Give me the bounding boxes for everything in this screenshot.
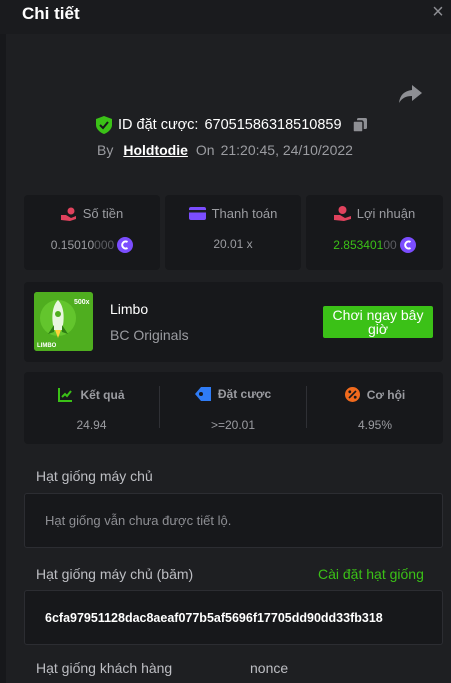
- game-thumbnail[interactable]: 500x LIMBO: [34, 292, 93, 351]
- dialog-header: Chi tiết ×: [0, 0, 451, 34]
- server-seed-placeholder: Hạt giống vẫn chưa được tiết lộ.: [45, 513, 232, 528]
- username-link[interactable]: Holdtodie: [123, 142, 188, 158]
- on-label: On: [195, 142, 215, 158]
- bet-datetime: 21:20:45, 24/10/2022: [220, 142, 353, 158]
- client-seed-label: Hạt giống khách hàng: [36, 660, 173, 676]
- by-label: By: [97, 142, 114, 158]
- payout-value: 20.01 x: [213, 237, 253, 251]
- profit-card: Lợi nhuận 2.85340100: [306, 195, 443, 270]
- profit-value: 2.85340100: [333, 238, 397, 252]
- hashed-seed-label: Hạt giống máy chủ (băm): [36, 566, 194, 582]
- copy-icon[interactable]: [351, 117, 368, 133]
- amount-label: Số tiền: [82, 206, 124, 221]
- result-value: 24.94: [76, 418, 107, 432]
- percent-icon: [344, 387, 360, 402]
- game-provider: BC Originals: [110, 327, 189, 343]
- coin-icon: [399, 237, 416, 253]
- thumb-label: LIMBO: [37, 343, 57, 349]
- bet-id-label: ID đặt cược:: [118, 117, 199, 133]
- bet-id-row: ID đặt cược: 67051586318510859: [96, 115, 368, 135]
- play-now-button[interactable]: Chơi ngay bây giờ: [323, 306, 433, 338]
- server-seed-field[interactable]: Hạt giống vẫn chưa được tiết lộ.: [24, 493, 443, 548]
- profit-label: Lợi nhuận: [356, 206, 416, 221]
- payout-card: Thanh toán 20.01 x: [165, 195, 301, 270]
- result-column: Kết quả 24.94: [24, 372, 159, 444]
- bet-column: Đặt cược >=20.01: [160, 372, 306, 444]
- share-icon[interactable]: [398, 83, 424, 105]
- thumb-badge: 500x: [74, 299, 90, 306]
- verified-shield-icon: [96, 116, 112, 134]
- chance-label: Cơ hội: [366, 387, 406, 402]
- hand-coin-icon: [60, 207, 76, 221]
- bet-result-panel: Kết quả 24.94 Đặt cược >=20.01 Cơ hội 4.…: [24, 372, 443, 444]
- close-icon[interactable]: ×: [427, 1, 449, 23]
- seed-settings-link[interactable]: Cài đặt hạt giống: [318, 566, 424, 582]
- amount-value: 0.15010000: [50, 238, 115, 252]
- chart-check-icon: [58, 388, 73, 402]
- card-icon: [188, 207, 206, 220]
- bet-condition-label: Đặt cược: [217, 387, 272, 401]
- nonce-label: nonce: [250, 660, 289, 676]
- game-name: Limbo: [110, 301, 149, 317]
- amount-card: Số tiền 0.15010000: [24, 195, 160, 270]
- payout-label: Thanh toán: [211, 206, 278, 221]
- coin-icon: [117, 237, 134, 253]
- hashed-seed-value: 6cfa97951128dac8aeaf077b5af5696f17705dd9…: [45, 611, 383, 625]
- rocket-icon: 500x LIMBO: [34, 292, 93, 351]
- tag-icon: [194, 387, 211, 401]
- bet-condition-value: >=20.01: [210, 418, 256, 432]
- chance-column: Cơ hội 4.95%: [307, 372, 443, 444]
- bet-id-value: 67051586318510859: [204, 117, 342, 133]
- game-card: 500x LIMBO Limbo BC Originals Chơi ngay …: [24, 282, 443, 362]
- chance-value: 4.95%: [357, 418, 393, 432]
- result-label: Kết quả: [80, 387, 125, 402]
- dialog-title: Chi tiết: [22, 4, 80, 23]
- window-edge: [0, 0, 6, 683]
- server-seed-label: Hạt giống máy chủ: [36, 468, 153, 484]
- profit-hand-icon: [333, 206, 351, 221]
- hashed-seed-field[interactable]: 6cfa97951128dac8aeaf077b5af5696f17705dd9…: [24, 590, 443, 645]
- bet-byline: By Holdtodie On 21:20:45, 24/10/2022: [97, 142, 353, 158]
